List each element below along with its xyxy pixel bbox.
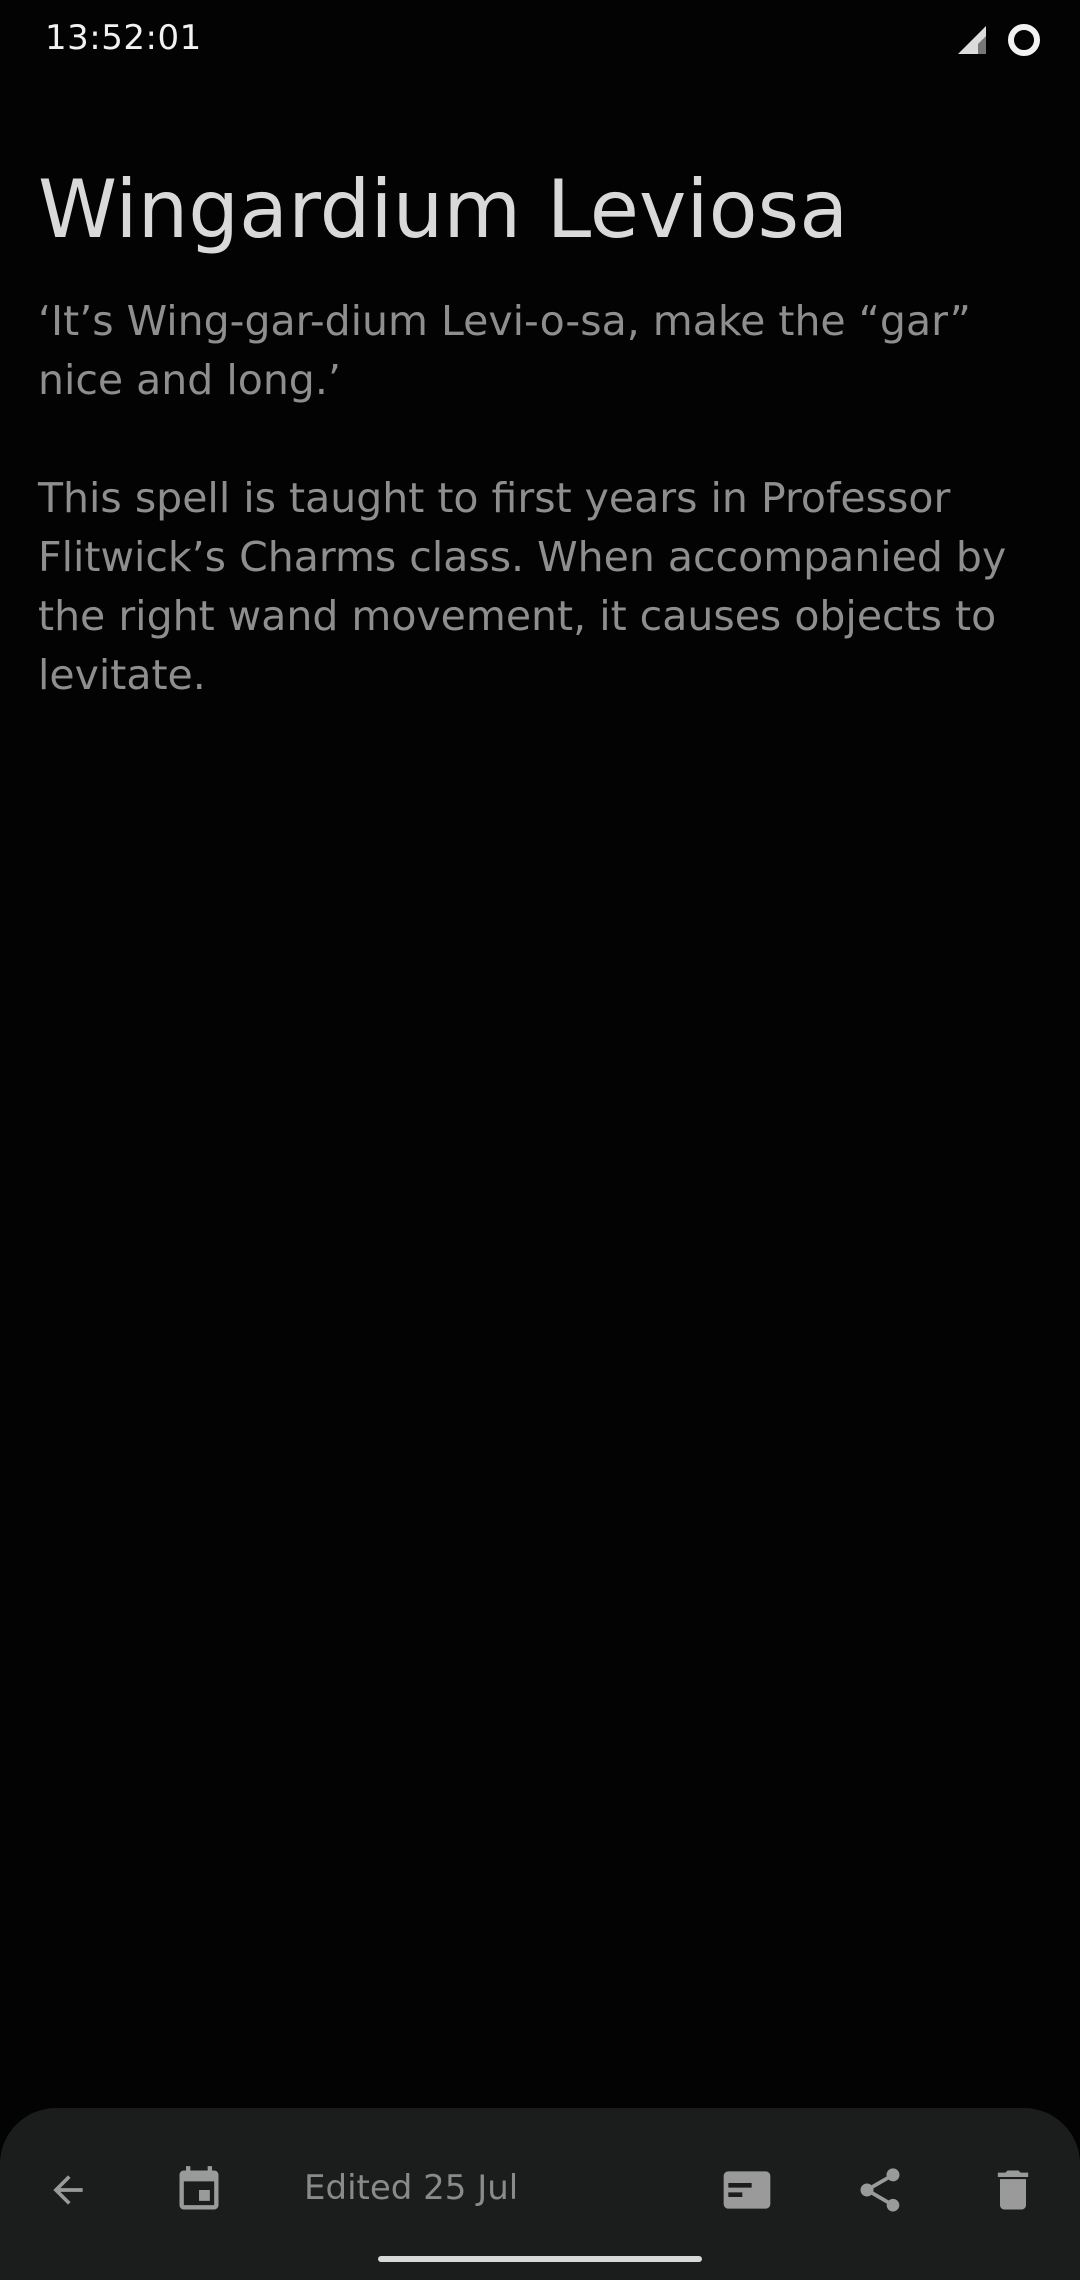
- home-indicator[interactable]: [378, 2256, 702, 2262]
- delete-icon: [987, 2164, 1039, 2220]
- bottom-toolbar: Edited 25 Jul: [0, 2108, 1080, 2280]
- share-icon: [854, 2164, 906, 2220]
- reader-mode-button[interactable]: [705, 2150, 789, 2234]
- status-time: 13:52:01: [45, 18, 202, 58]
- reader-mode-icon: [719, 2162, 775, 2222]
- back-arrow-icon: [46, 2168, 90, 2216]
- calendar-icon: [173, 2164, 225, 2220]
- status-bar: 13:52:01: [0, 0, 1080, 80]
- back-button[interactable]: [26, 2150, 110, 2234]
- edited-timestamp: Edited 25 Jul: [304, 2168, 519, 2208]
- battery-ring-icon: [1006, 22, 1042, 62]
- reminder-button[interactable]: [157, 2150, 241, 2234]
- note-content: Wingardium Leviosa ‘It’s Wing-gar-dium L…: [38, 160, 1048, 705]
- share-button[interactable]: [838, 2150, 922, 2234]
- delete-button[interactable]: [971, 2150, 1055, 2234]
- note-title[interactable]: Wingardium Leviosa: [38, 160, 1048, 260]
- signal-icon: [956, 24, 988, 60]
- status-icons: [956, 22, 1042, 62]
- note-body[interactable]: ‘It’s Wing-gar-dium Levi-o-sa, make the …: [38, 292, 1048, 705]
